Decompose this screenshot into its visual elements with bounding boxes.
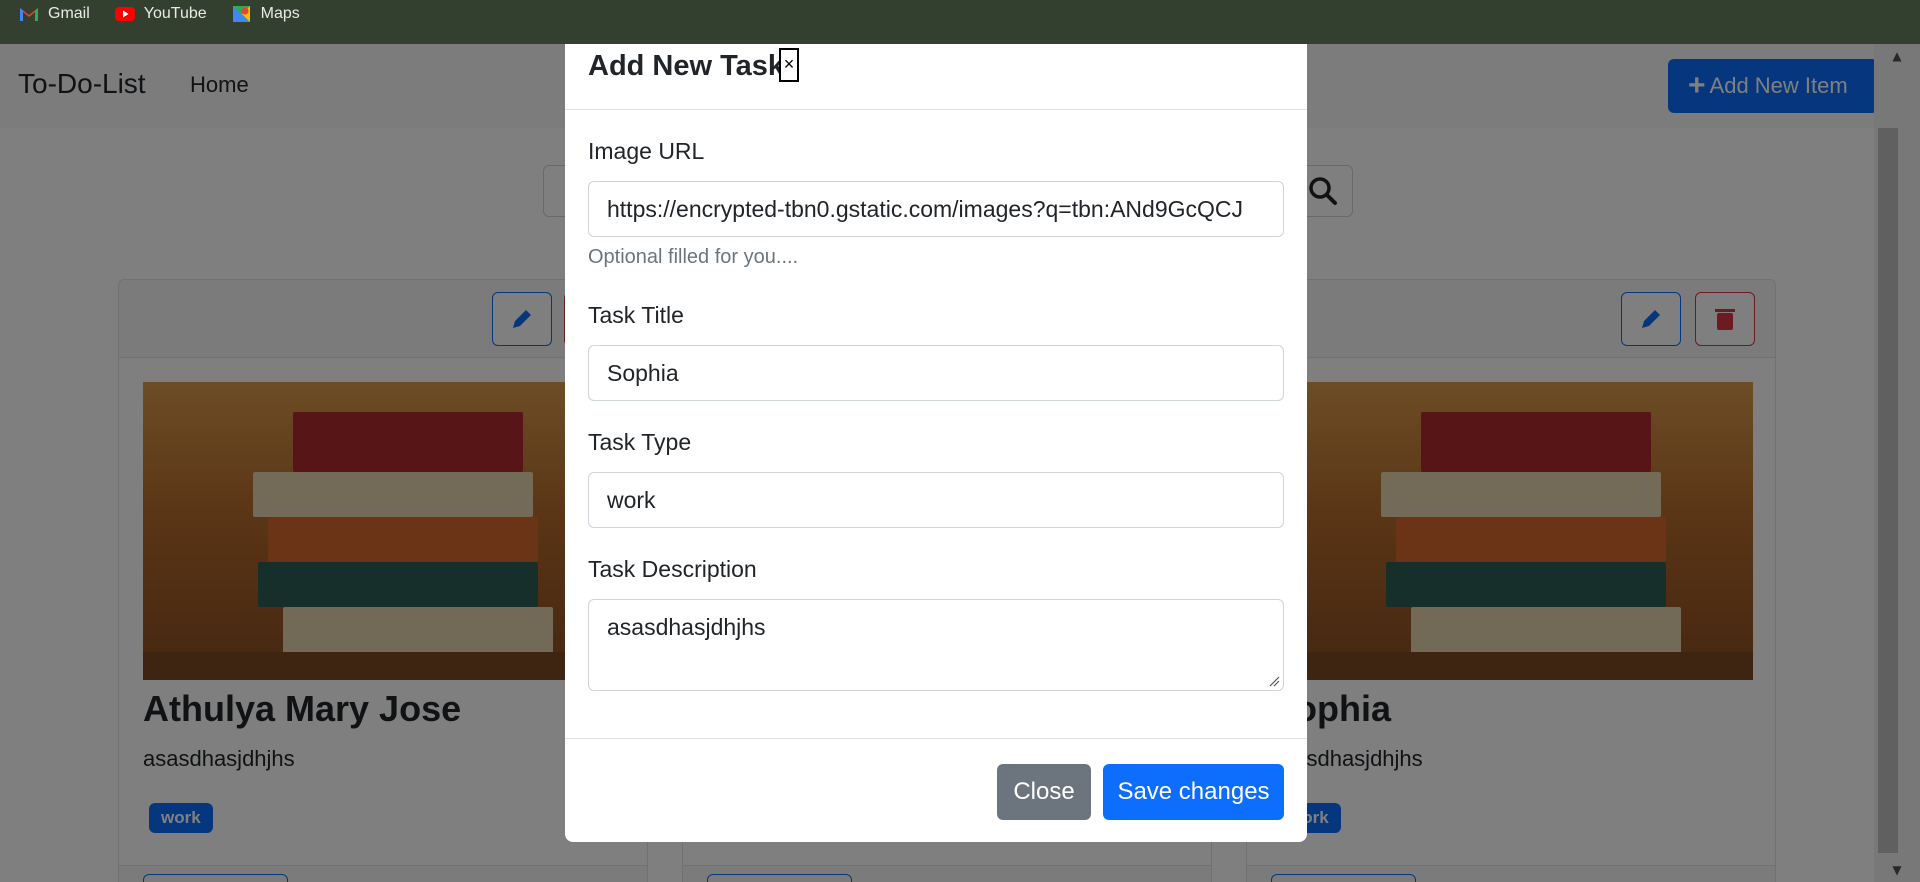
modal-title: Add New Task bbox=[588, 50, 785, 82]
bookmark-label: YouTube bbox=[143, 5, 207, 22]
bookmark-label: Maps bbox=[260, 5, 300, 22]
task-title-label: Task Title bbox=[588, 302, 684, 328]
task-type-input[interactable]: work bbox=[588, 472, 1284, 528]
bookmark-gmail[interactable]: Gmail bbox=[18, 3, 90, 25]
close-icon[interactable]: × bbox=[779, 48, 799, 82]
image-url-help-text: Optional filled for you.... bbox=[588, 246, 799, 268]
task-description-textarea[interactable]: asasdhasjdhjhs bbox=[588, 599, 1284, 691]
bookmark-maps[interactable]: Maps bbox=[231, 3, 300, 25]
task-title-input[interactable]: Sophia bbox=[588, 345, 1284, 401]
task-description-text: asasdhasjdhjhs bbox=[607, 614, 766, 640]
resize-grip-icon[interactable] bbox=[1268, 675, 1280, 687]
gmail-icon bbox=[20, 8, 38, 21]
maps-icon bbox=[232, 6, 250, 22]
youtube-icon bbox=[114, 7, 135, 21]
modal-header: Add New Task × bbox=[565, 44, 1307, 110]
bookmark-label: Gmail bbox=[48, 5, 90, 22]
bookmarks-bar: Gmail YouTube Maps bbox=[0, 0, 1920, 44]
task-description-label: Task Description bbox=[588, 556, 757, 582]
task-type-label: Task Type bbox=[588, 429, 692, 455]
save-changes-button[interactable]: Save changes bbox=[1103, 764, 1284, 820]
bookmark-youtube[interactable]: YouTube bbox=[114, 3, 207, 25]
modal-footer: Close Save changes bbox=[565, 738, 1307, 842]
image-url-label: Image URL bbox=[588, 138, 705, 164]
close-button[interactable]: Close bbox=[997, 764, 1091, 820]
image-url-input[interactable]: https://encrypted-tbn0.gstatic.com/image… bbox=[588, 181, 1284, 237]
add-task-modal: Add New Task × Image URL https://encrypt… bbox=[565, 44, 1307, 842]
